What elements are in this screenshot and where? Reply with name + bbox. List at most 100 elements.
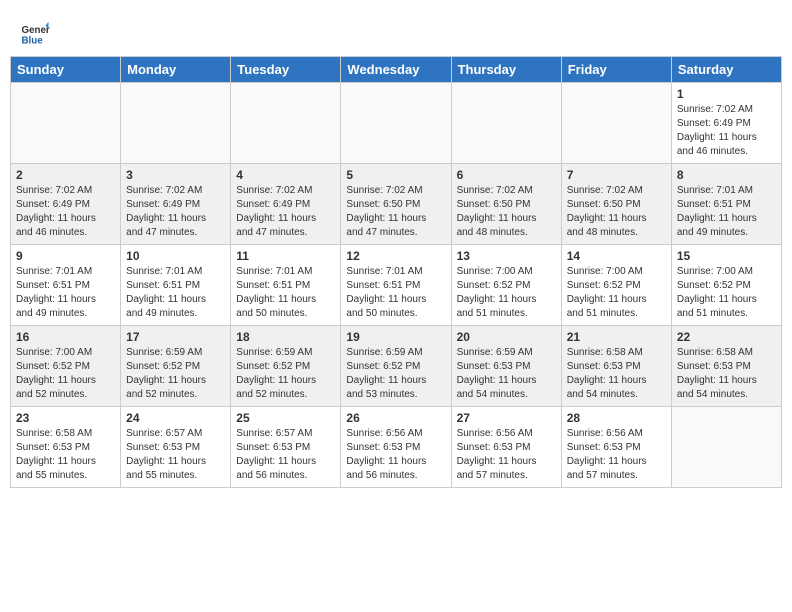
day-number: 3	[126, 168, 225, 182]
calendar-cell: 25 Sunrise: 6:57 AMSunset: 6:53 PMDayligh…	[231, 407, 341, 488]
calendar-cell: 24 Sunrise: 6:57 AMSunset: 6:53 PMDayligh…	[121, 407, 231, 488]
page-header: General Blue	[10, 10, 782, 52]
day-number: 15	[677, 249, 776, 263]
day-number: 16	[16, 330, 115, 344]
day-info: Sunrise: 6:56 AMSunset: 6:53 PMDaylight:…	[457, 427, 556, 483]
weekday-header-tuesday: Tuesday	[231, 57, 341, 83]
day-info: Sunrise: 7:00 AMSunset: 6:52 PMDaylight:…	[567, 265, 666, 321]
calendar-cell: 26 Sunrise: 6:56 AMSunset: 6:53 PMDayligh…	[341, 407, 451, 488]
day-info: Sunrise: 6:58 AMSunset: 6:53 PMDaylight:…	[567, 346, 666, 402]
svg-text:General: General	[22, 25, 51, 36]
weekday-header-monday: Monday	[121, 57, 231, 83]
calendar-cell: 19 Sunrise: 6:59 AMSunset: 6:52 PMDayligh…	[341, 326, 451, 407]
day-number: 21	[567, 330, 666, 344]
weekday-header-saturday: Saturday	[671, 57, 781, 83]
day-number: 22	[677, 330, 776, 344]
calendar-cell: 8Sunrise: 7:01 AMSunset: 6:51 PMDaylight…	[671, 164, 781, 245]
calendar-cell: 23 Sunrise: 6:58 AMSunset: 6:53 PMDayligh…	[11, 407, 121, 488]
logo-icon: General Blue	[20, 18, 50, 48]
week-row-3: 9 Sunrise: 7:01 AMSunset: 6:51 PMDaylight…	[11, 245, 782, 326]
day-info: Sunrise: 6:56 AMSunset: 6:53 PMDaylight:…	[567, 427, 666, 483]
weekday-header-wednesday: Wednesday	[341, 57, 451, 83]
day-number: 10	[126, 249, 225, 263]
day-info: Sunrise: 6:57 AMSunset: 6:53 PMDaylight:…	[236, 427, 335, 483]
day-info: Sunrise: 7:02 AMSunset: 6:50 PMDaylight:…	[346, 184, 445, 240]
day-number: 11	[236, 249, 335, 263]
calendar-table: SundayMondayTuesdayWednesdayThursdayFrid…	[10, 56, 782, 488]
calendar-cell	[11, 83, 121, 164]
day-info: Sunrise: 7:02 AMSunset: 6:49 PMDaylight:…	[677, 103, 776, 159]
day-info: Sunrise: 7:00 AMSunset: 6:52 PMDaylight:…	[457, 265, 556, 321]
calendar-cell: 7 Sunrise: 7:02 AMSunset: 6:50 PMDaylight…	[561, 164, 671, 245]
day-info: Sunrise: 7:02 AMSunset: 6:50 PMDaylight:…	[457, 184, 556, 240]
day-info: Sunrise: 7:00 AMSunset: 6:52 PMDaylight:…	[16, 346, 115, 402]
calendar-cell: 11 Sunrise: 7:01 AMSunset: 6:51 PMDayligh…	[231, 245, 341, 326]
weekday-header-thursday: Thursday	[451, 57, 561, 83]
day-info: Sunrise: 7:01 AMSunset: 6:51 PMDaylight:…	[236, 265, 335, 321]
calendar-cell: 27 Sunrise: 6:56 AMSunset: 6:53 PMDayligh…	[451, 407, 561, 488]
day-info: Sunrise: 7:02 AMSunset: 6:50 PMDaylight:…	[567, 184, 666, 240]
calendar-cell: 2Sunrise: 7:02 AMSunset: 6:49 PMDaylight…	[11, 164, 121, 245]
calendar-cell: 16 Sunrise: 7:00 AMSunset: 6:52 PMDayligh…	[11, 326, 121, 407]
calendar-cell	[121, 83, 231, 164]
day-info: Sunrise: 7:01 AMSunset: 6:51 PMDaylight:…	[126, 265, 225, 321]
day-number: 1	[677, 87, 776, 101]
calendar-cell: 6 Sunrise: 7:02 AMSunset: 6:50 PMDaylight…	[451, 164, 561, 245]
calendar-cell: 28Sunrise: 6:56 AMSunset: 6:53 PMDayligh…	[561, 407, 671, 488]
day-info: Sunrise: 7:01 AMSunset: 6:51 PMDaylight:…	[346, 265, 445, 321]
day-number: 7	[567, 168, 666, 182]
calendar-cell: 14 Sunrise: 7:00 AMSunset: 6:52 PMDayligh…	[561, 245, 671, 326]
calendar-cell	[231, 83, 341, 164]
calendar-cell: 17 Sunrise: 6:59 AMSunset: 6:52 PMDayligh…	[121, 326, 231, 407]
day-number: 6	[457, 168, 556, 182]
day-number: 27	[457, 411, 556, 425]
day-info: Sunrise: 6:59 AMSunset: 6:52 PMDaylight:…	[126, 346, 225, 402]
day-number: 12	[346, 249, 445, 263]
day-info: Sunrise: 6:57 AMSunset: 6:53 PMDaylight:…	[126, 427, 225, 483]
calendar-cell: 15 Sunrise: 7:00 AMSunset: 6:52 PMDayligh…	[671, 245, 781, 326]
day-info: Sunrise: 6:58 AMSunset: 6:53 PMDaylight:…	[16, 427, 115, 483]
calendar-cell: 10 Sunrise: 7:01 AMSunset: 6:51 PMDayligh…	[121, 245, 231, 326]
day-info: Sunrise: 7:02 AMSunset: 6:49 PMDaylight:…	[16, 184, 115, 240]
day-number: 24	[126, 411, 225, 425]
day-number: 5	[346, 168, 445, 182]
calendar-cell: 21 Sunrise: 6:58 AMSunset: 6:53 PMDayligh…	[561, 326, 671, 407]
day-number: 14	[567, 249, 666, 263]
calendar-cell	[671, 407, 781, 488]
calendar-cell	[451, 83, 561, 164]
day-info: Sunrise: 6:59 AMSunset: 6:53 PMDaylight:…	[457, 346, 556, 402]
calendar-cell: 5 Sunrise: 7:02 AMSunset: 6:50 PMDaylight…	[341, 164, 451, 245]
day-number: 26	[346, 411, 445, 425]
week-row-4: 16 Sunrise: 7:00 AMSunset: 6:52 PMDayligh…	[11, 326, 782, 407]
svg-text:Blue: Blue	[22, 36, 44, 47]
calendar-cell: 13 Sunrise: 7:00 AMSunset: 6:52 PMDayligh…	[451, 245, 561, 326]
day-info: Sunrise: 7:02 AMSunset: 6:49 PMDaylight:…	[126, 184, 225, 240]
calendar-cell: 9 Sunrise: 7:01 AMSunset: 6:51 PMDaylight…	[11, 245, 121, 326]
day-number: 25	[236, 411, 335, 425]
day-number: 9	[16, 249, 115, 263]
day-number: 17	[126, 330, 225, 344]
week-row-5: 23 Sunrise: 6:58 AMSunset: 6:53 PMDayligh…	[11, 407, 782, 488]
calendar-cell: 1 Sunrise: 7:02 AMSunset: 6:49 PMDaylight…	[671, 83, 781, 164]
calendar-cell	[341, 83, 451, 164]
day-info: Sunrise: 6:59 AMSunset: 6:52 PMDaylight:…	[346, 346, 445, 402]
calendar-cell: 12 Sunrise: 7:01 AMSunset: 6:51 PMDayligh…	[341, 245, 451, 326]
calendar-cell: 22Sunrise: 6:58 AMSunset: 6:53 PMDayligh…	[671, 326, 781, 407]
calendar-cell	[561, 83, 671, 164]
day-number: 13	[457, 249, 556, 263]
calendar-cell: 3 Sunrise: 7:02 AMSunset: 6:49 PMDaylight…	[121, 164, 231, 245]
day-info: Sunrise: 6:59 AMSunset: 6:52 PMDaylight:…	[236, 346, 335, 402]
calendar-cell: 20Sunrise: 6:59 AMSunset: 6:53 PMDayligh…	[451, 326, 561, 407]
day-number: 18	[236, 330, 335, 344]
day-number: 4	[236, 168, 335, 182]
weekday-header-row: SundayMondayTuesdayWednesdayThursdayFrid…	[11, 57, 782, 83]
day-info: Sunrise: 7:01 AMSunset: 6:51 PMDaylight:…	[677, 184, 776, 240]
day-number: 19	[346, 330, 445, 344]
day-number: 23	[16, 411, 115, 425]
weekday-header-sunday: Sunday	[11, 57, 121, 83]
weekday-header-friday: Friday	[561, 57, 671, 83]
day-info: Sunrise: 7:01 AMSunset: 6:51 PMDaylight:…	[16, 265, 115, 321]
day-info: Sunrise: 7:00 AMSunset: 6:52 PMDaylight:…	[677, 265, 776, 321]
day-info: Sunrise: 6:56 AMSunset: 6:53 PMDaylight:…	[346, 427, 445, 483]
calendar-cell: 4Sunrise: 7:02 AMSunset: 6:49 PMDaylight…	[231, 164, 341, 245]
